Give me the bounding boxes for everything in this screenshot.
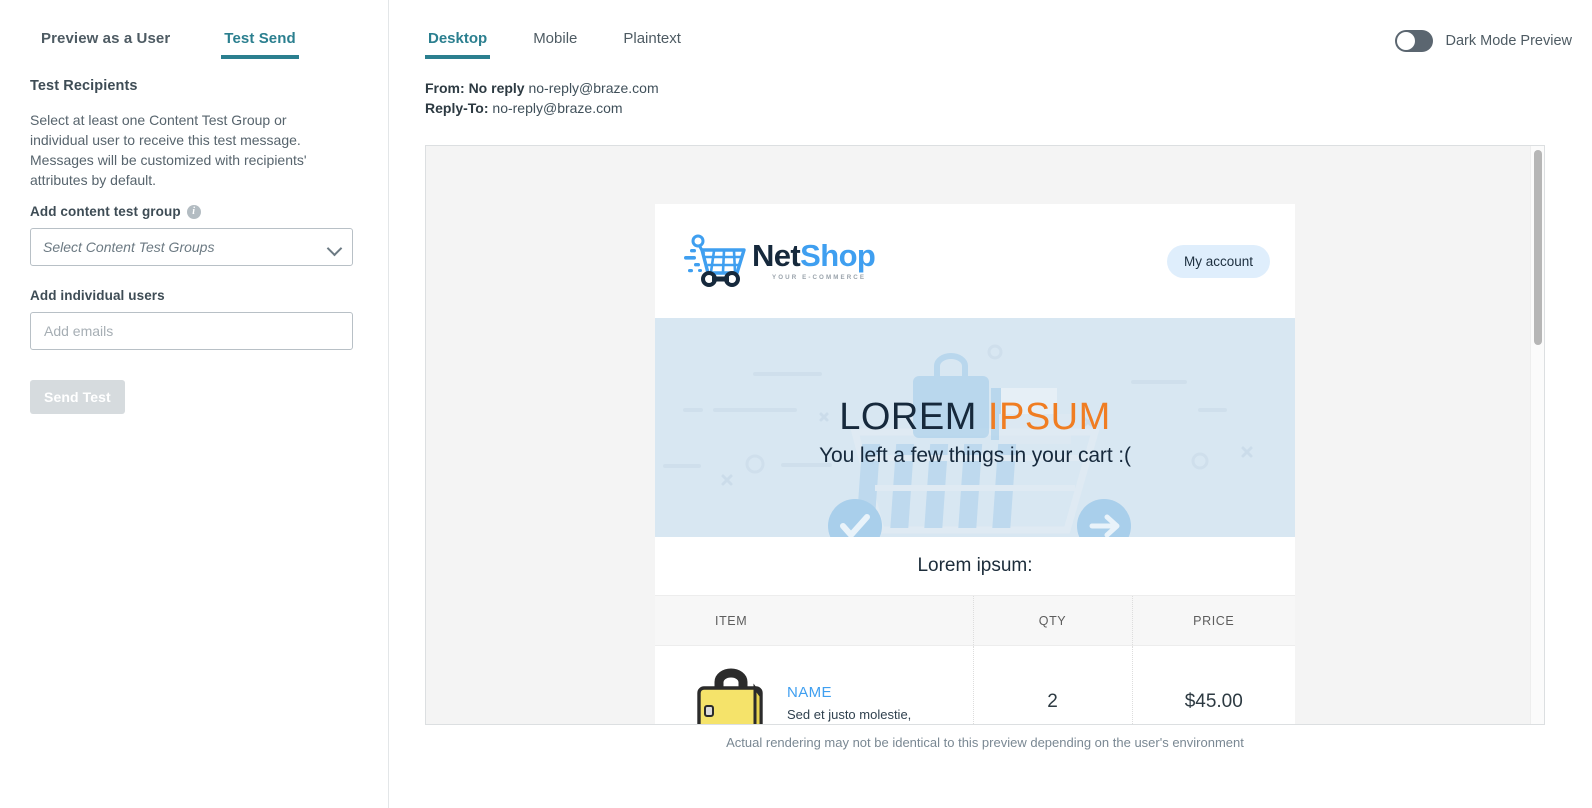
yellow-bag-image (697, 668, 763, 724)
test-recipients-description: Select at least one Content Test Group o… (30, 112, 307, 188)
cell-item: NAME Sed et justo molestie, (655, 645, 974, 724)
email-body: NetShop YOUR E-COMMERCE My account LOREM… (655, 204, 1295, 724)
info-icon[interactable]: i (186, 204, 201, 219)
email-preview-page: Preview as a User Test Send Test Recipie… (0, 0, 1592, 808)
logo-name-part1: Net (752, 238, 801, 274)
column-header-qty: QTY (973, 595, 1133, 646)
tab-label: Test Send (224, 30, 296, 47)
netshop-logo: NetShop YOUR E-COMMERCE (682, 231, 876, 291)
test-send-panel: Preview as a User Test Send Test Recipie… (0, 0, 389, 808)
toggle-knob (1397, 32, 1416, 50)
cell-price: $45.00 (1132, 645, 1295, 724)
product-name-link[interactable]: NAME (787, 684, 911, 701)
product-description: Sed et justo molestie, (787, 706, 912, 722)
tab-preview-as-a-user[interactable]: Preview as a User (38, 0, 173, 59)
content-test-group-select[interactable]: Select Content Test Groups (30, 228, 353, 266)
tab-plaintext[interactable]: Plaintext (620, 0, 684, 59)
tab-test-send[interactable]: Test Send (221, 0, 300, 59)
table-header-row: ITEM QTY PRICE (655, 595, 1295, 646)
arrow-right-circle-icon (1077, 499, 1131, 537)
content-test-group-select-placeholder: Select Content Test Groups (43, 239, 215, 255)
logo-wordmark: NetShop YOUR E-COMMERCE (752, 238, 876, 282)
cart-items-table: ITEM QTY PRICE NAME Sed et justo molesti… (655, 595, 1295, 724)
from-label: From: (425, 80, 465, 96)
chevron-down-icon (326, 240, 343, 257)
dark-mode-toggle[interactable] (1395, 30, 1434, 52)
table-body: NAME Sed et justo molestie, 2 $45.00 (655, 645, 1295, 724)
preview-disclaimer: Actual rendering may not be identical to… (726, 735, 1244, 750)
email-header: NetShop YOUR E-COMMERCE My account (655, 204, 1295, 318)
content-test-group-label: Add content test group i (30, 204, 360, 219)
email-hero-banner: LOREM IPSUM You left a few things in you… (655, 318, 1295, 537)
test-recipients-heading: Test Recipients (30, 78, 138, 94)
product-info: NAME Sed et justo molestie, (787, 680, 911, 724)
tab-label: Plaintext (623, 30, 681, 47)
logo-name-part2: Shop (800, 238, 876, 274)
logo-name: NetShop (752, 238, 876, 274)
hero-title: LOREM IPSUM (655, 396, 1295, 439)
individual-users-label: Add individual users (30, 288, 360, 303)
tab-label: Mobile (533, 30, 578, 47)
content-test-group-label-text: Add content test group (30, 204, 181, 219)
column-header-item: ITEM (655, 595, 974, 646)
from-name: No reply (468, 80, 525, 96)
preview-tabbar: Desktop Mobile Plaintext (425, 0, 684, 59)
shopping-cart-logo-icon (684, 234, 746, 287)
product-cell: NAME Sed et justo molestie, (655, 666, 973, 724)
cell-qty: 2 (973, 645, 1133, 724)
email-preview-viewport: NetShop YOUR E-COMMERCE My account LOREM… (425, 145, 1545, 725)
reply-to-email: no-reply@braze.com (492, 100, 623, 116)
tab-mobile[interactable]: Mobile (530, 0, 580, 59)
email-meta: From: No reply no-reply@braze.com Reply-… (425, 78, 659, 118)
from-email: no-reply@braze.com (528, 80, 659, 96)
dark-mode-preview-control: Dark Mode Preview (1395, 30, 1572, 52)
hero-title-part1: LOREM (839, 396, 977, 438)
test-send-form: Test Recipients Select at least one Cont… (30, 78, 360, 414)
from-line: From: No reply no-reply@braze.com (425, 78, 659, 98)
preview-panel: Desktop Mobile Plaintext Dark Mode Previ… (390, 0, 1592, 808)
column-header-price: PRICE (1132, 595, 1295, 646)
my-account-button[interactable]: My account (1166, 244, 1270, 278)
tab-desktop[interactable]: Desktop (425, 0, 491, 59)
table-header: ITEM QTY PRICE (655, 595, 1295, 646)
reply-to-line: Reply-To: no-reply@braze.com (425, 98, 659, 118)
tab-label: Preview as a User (41, 30, 171, 47)
table-row: NAME Sed et justo molestie, 2 $45.00 (655, 645, 1295, 724)
vertical-scrollbar-track[interactable] (1530, 146, 1544, 724)
reply-to-label: Reply-To: (425, 100, 489, 116)
dark-mode-label: Dark Mode Preview (1445, 33, 1572, 49)
individual-users-label-text: Add individual users (30, 288, 165, 303)
hero-title-part2: IPSUM (987, 396, 1111, 438)
email-section-heading: Lorem ipsum: (655, 537, 1295, 595)
add-emails-input[interactable] (30, 312, 353, 350)
vertical-scrollbar-thumb[interactable] (1534, 150, 1542, 345)
send-test-button[interactable]: Send Test (30, 380, 125, 414)
logo-tagline: YOUR E-COMMERCE (772, 274, 867, 282)
left-tabbar: Preview as a User Test Send (0, 0, 389, 64)
hero-subtitle: You left a few things in your cart :( (819, 444, 1131, 467)
tab-label: Desktop (428, 30, 488, 47)
